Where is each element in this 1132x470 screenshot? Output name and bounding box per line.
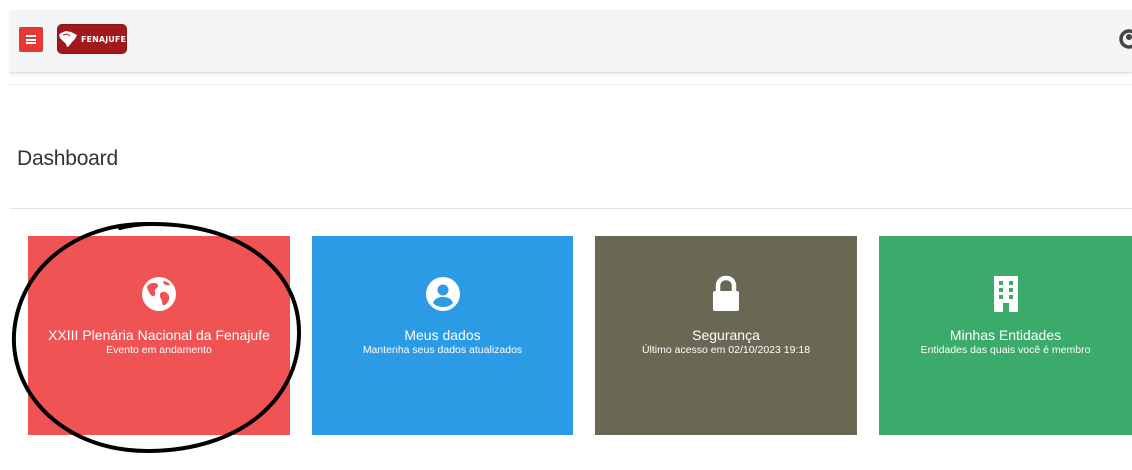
card-plenaria[interactable]: XXIII Plenária Nacional da Fenajufe Even… [28, 236, 290, 435]
header-divider [10, 84, 1132, 85]
card-subtitle: Mantenha seus dados atualizados [362, 344, 523, 356]
card-title: XXIII Plenária Nacional da Fenajufe [48, 327, 270, 343]
card-subtitle: Entidades das quais você é membro [920, 344, 1091, 356]
lock-icon [710, 274, 742, 314]
card-subtitle: Último acesso em 02/10/2023 19:18 [641, 344, 811, 356]
card-minhas-entidades[interactable]: Minhas Entidades Entidades das quais voc… [879, 236, 1132, 435]
hamburger-icon [26, 35, 36, 44]
menu-toggle-button[interactable] [19, 27, 43, 52]
fenajufe-logo[interactable]: FENAJUFE [57, 24, 127, 54]
user-icon[interactable] [1118, 28, 1132, 50]
card-subtitle: Evento em andamento [106, 344, 212, 356]
title-divider [10, 208, 1132, 209]
globe-icon [141, 274, 177, 314]
page-title: Dashboard [17, 147, 118, 170]
card-seguranca[interactable]: Segurança Último acesso em 02/10/2023 19… [595, 236, 857, 435]
dashboard-page: FENAJUFE Dashboard XXIII Plenária Nacion… [0, 0, 1132, 470]
card-meus-dados[interactable]: Meus dados Mantenha seus dados atualizad… [312, 236, 573, 435]
logo-text: FENAJUFE [80, 34, 127, 44]
building-icon [992, 274, 1020, 314]
card-title: Minhas Entidades [949, 327, 1062, 343]
user-circle-icon [425, 274, 461, 314]
brazil-map-icon [58, 31, 77, 47]
card-title: Meus dados [404, 327, 481, 343]
top-navbar: FENAJUFE [10, 10, 1132, 73]
card-title: Segurança [692, 327, 760, 343]
